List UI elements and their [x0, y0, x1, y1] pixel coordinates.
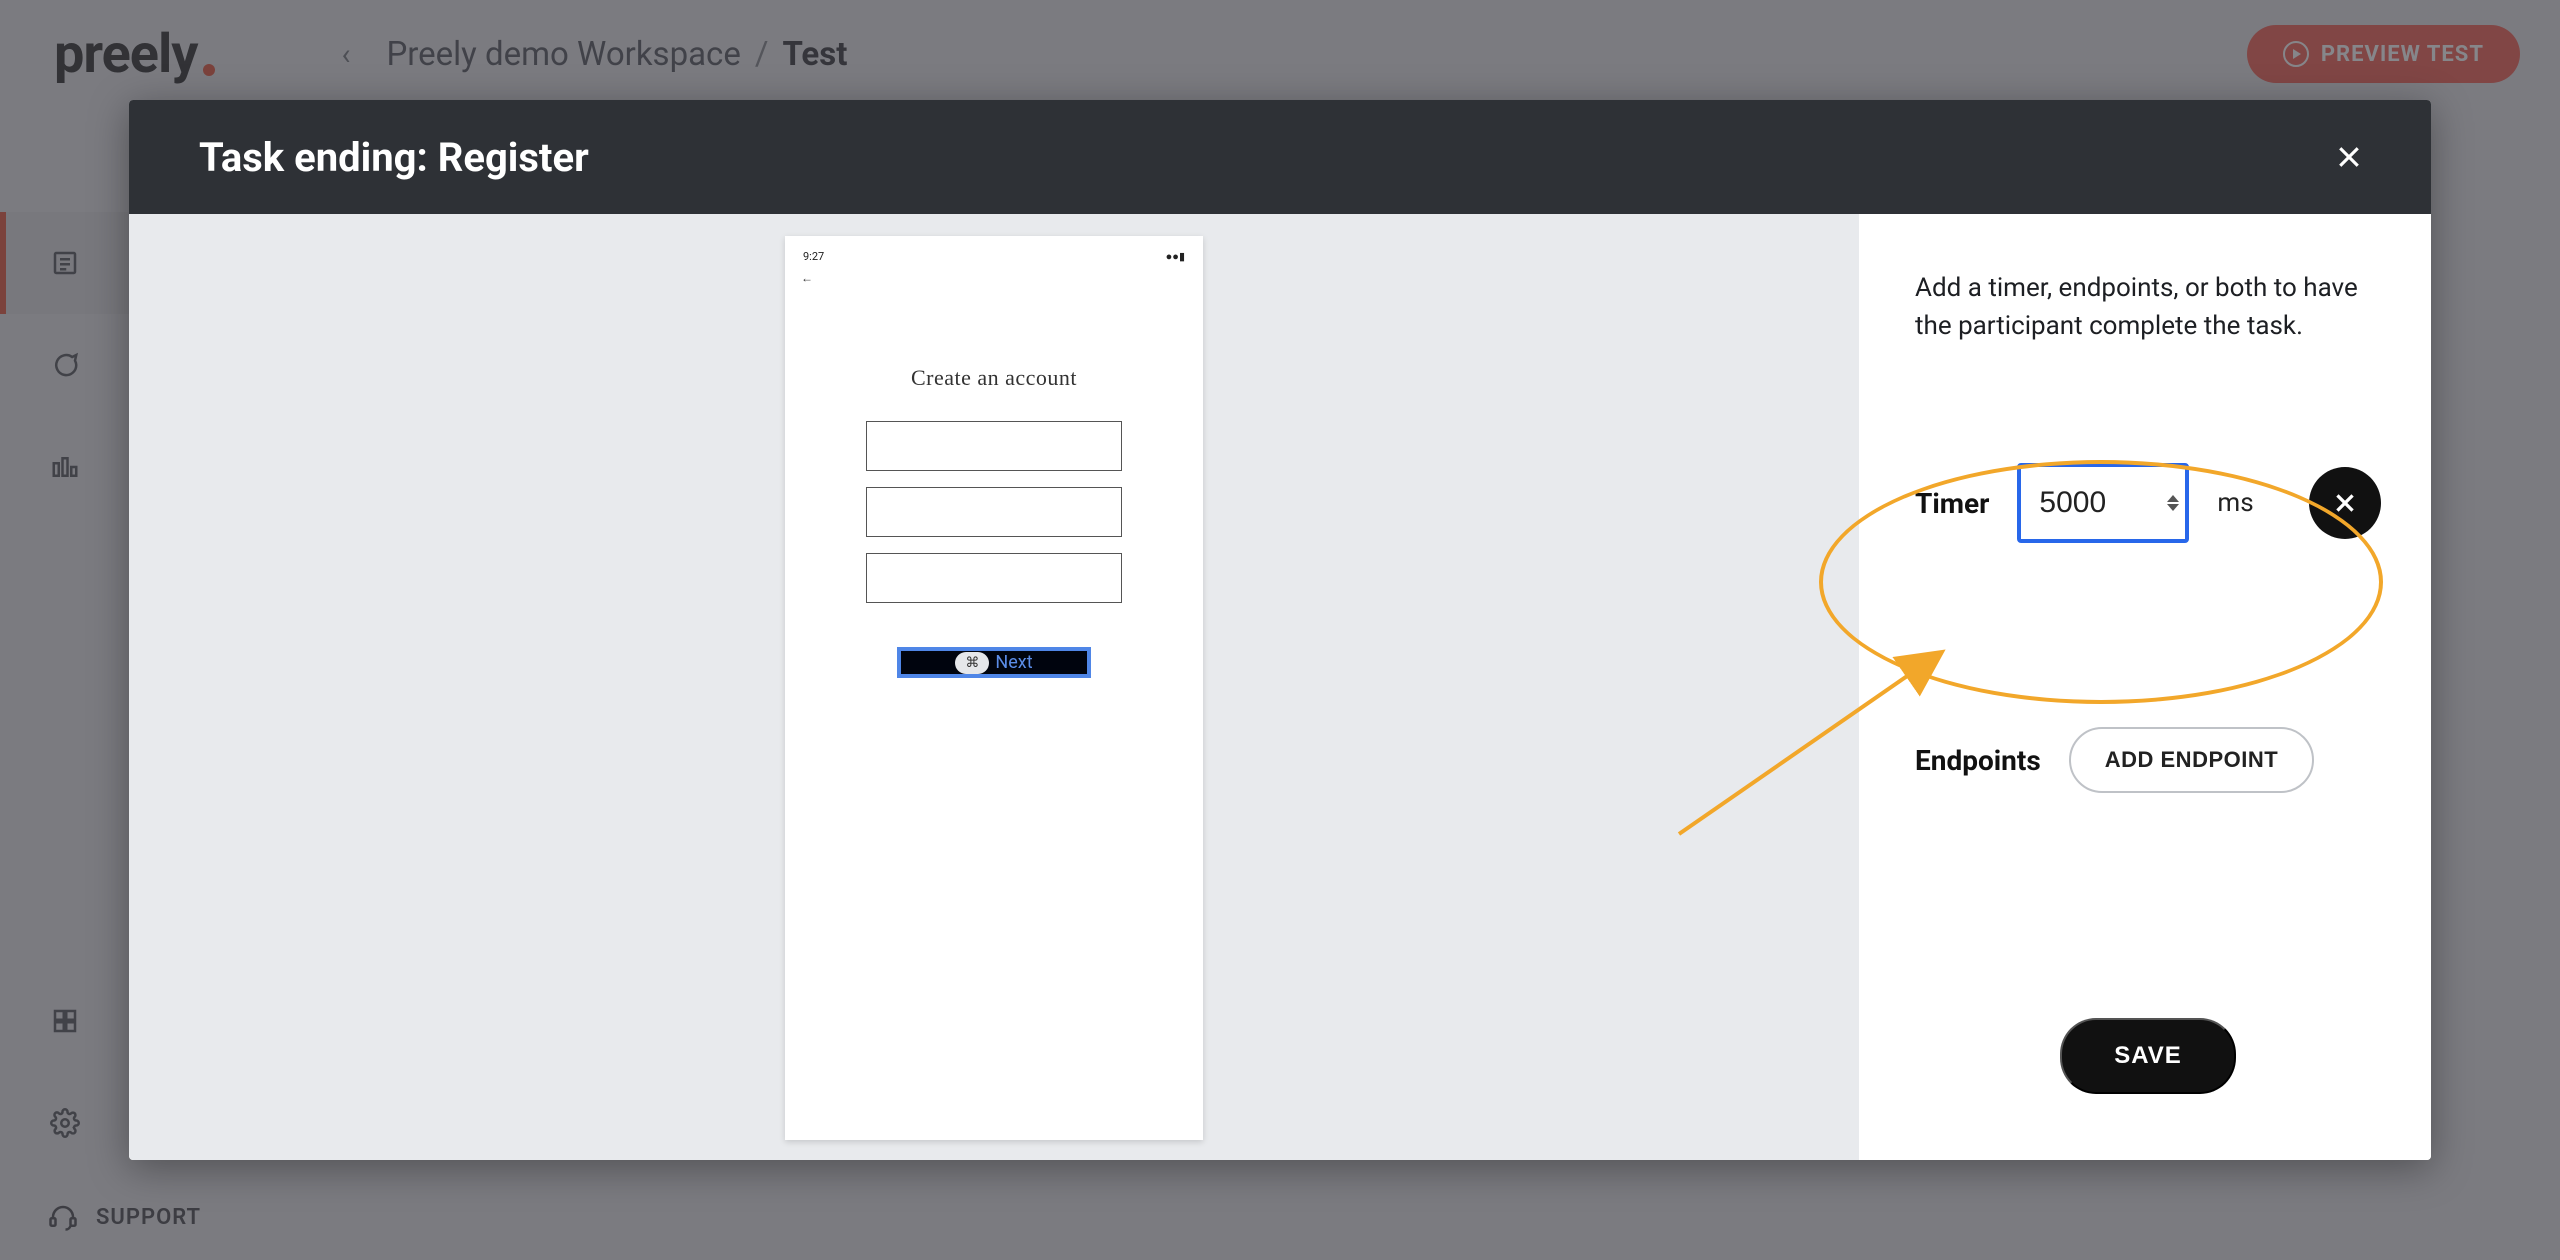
- timer-label: Timer: [1915, 487, 1989, 520]
- modal-header: Task ending: Register: [129, 100, 2431, 214]
- phone-status-icons: ●●▮: [1166, 250, 1185, 263]
- modal-title: Task ending: Register: [199, 134, 589, 181]
- phone-mockup: 9:27 ●●▮ ← Create an account ⌘ Next: [785, 236, 1203, 1140]
- phone-back-icon: ←: [801, 271, 1191, 285]
- link-icon: ⌘: [955, 652, 989, 674]
- close-icon: [2334, 142, 2364, 172]
- close-icon: [2332, 490, 2358, 516]
- endpoints-label: Endpoints: [1915, 744, 2041, 777]
- phone-input-1: [866, 421, 1122, 471]
- timer-stepper[interactable]: [2167, 495, 2179, 511]
- timer-input[interactable]: [2017, 463, 2189, 543]
- phone-input-3: [866, 553, 1122, 603]
- save-button[interactable]: SAVE: [2060, 1018, 2236, 1094]
- timer-unit: ms: [2217, 488, 2253, 518]
- phone-time: 9:27: [803, 250, 824, 263]
- timer-row: Timer ms: [1915, 463, 2381, 543]
- remove-timer-button[interactable]: [2309, 467, 2381, 539]
- preview-pane: 9:27 ●●▮ ← Create an account ⌘ Next: [129, 214, 1859, 1160]
- phone-next-button: ⌘ Next: [897, 647, 1091, 678]
- phone-heading: Create an account: [797, 365, 1191, 391]
- close-button[interactable]: [2325, 133, 2373, 181]
- phone-input-2: [866, 487, 1122, 537]
- phone-next-label: Next: [995, 652, 1032, 673]
- add-endpoint-button[interactable]: ADD ENDPOINT: [2069, 727, 2314, 793]
- settings-description: Add a timer, endpoints, or both to have …: [1915, 270, 2381, 345]
- task-ending-modal: Task ending: Register 9:27 ●●▮ ← Create …: [129, 100, 2431, 1160]
- modal-overlay: Task ending: Register 9:27 ●●▮ ← Create …: [0, 0, 2560, 1260]
- settings-pane: Add a timer, endpoints, or both to have …: [1859, 214, 2431, 1160]
- endpoints-row: Endpoints ADD ENDPOINT: [1915, 727, 2381, 793]
